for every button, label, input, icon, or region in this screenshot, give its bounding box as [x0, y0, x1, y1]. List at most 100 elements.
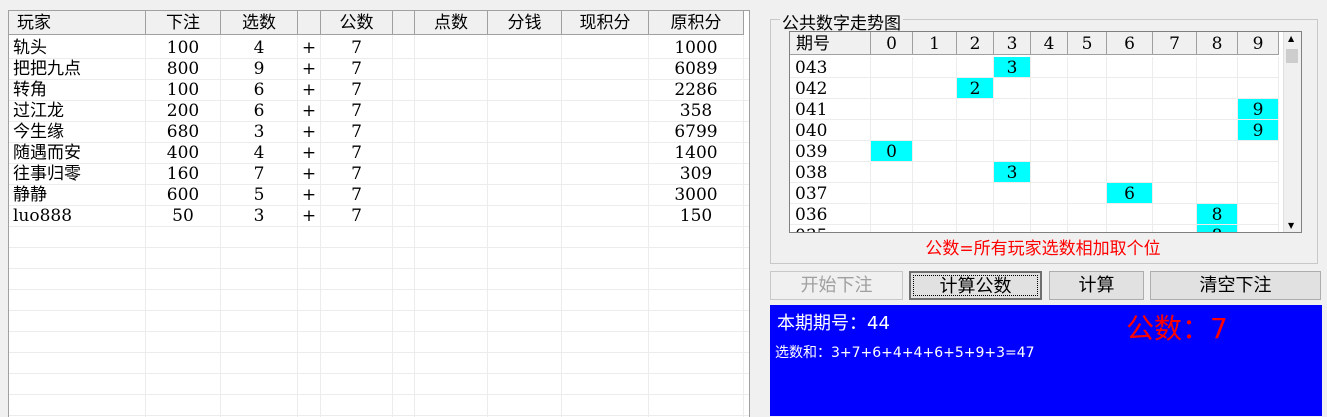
scroll-down-icon[interactable]: ▼	[1288, 221, 1294, 230]
trend-column-header[interactable]: 5	[1068, 32, 1107, 55]
clear-bets-button[interactable]: 清空下注	[1150, 271, 1321, 300]
column-header[interactable]: 下注	[146, 11, 221, 35]
table-row[interactable]	[9, 226, 749, 248]
table-cell: 309	[649, 163, 744, 184]
table-cell: +	[298, 205, 321, 226]
trend-cell	[1068, 183, 1107, 204]
table-cell	[562, 37, 649, 58]
table-cell: 160	[146, 163, 221, 184]
trend-column-header[interactable]: 期号	[790, 32, 871, 55]
trend-column-header[interactable]: 4	[1031, 32, 1068, 55]
table-row[interactable]: 往事归零 160 7 +7 309	[9, 163, 749, 185]
trend-grid[interactable]: 期号 0 1 2 3 4 5 6 7 8 9 043 3 042 2 041 9 040 9 039 0 038 3 037 6…	[789, 31, 1302, 233]
table-cell: 7	[321, 142, 393, 163]
trend-cell	[1238, 225, 1279, 232]
column-header[interactable]: 原积分	[649, 11, 744, 35]
table-row[interactable]	[9, 331, 749, 353]
table-cell: 1000	[649, 37, 744, 58]
table-row[interactable]: 过江龙 200 6 +7 358	[9, 100, 749, 122]
table-row[interactable]: 随遇而安 400 4 +7 1400	[9, 142, 749, 164]
trend-period: 040	[790, 120, 871, 141]
table-cell: 5	[221, 184, 298, 205]
column-header[interactable]: 玩家	[9, 11, 146, 35]
column-header[interactable]: 分钱	[488, 11, 562, 35]
trend-cell	[1068, 162, 1107, 183]
table-row[interactable]: 转角 100 6 +7 2286	[9, 79, 749, 101]
trend-cell	[1238, 183, 1279, 204]
table-cell	[562, 205, 649, 226]
table-cell: 7	[221, 163, 298, 184]
table-cell	[393, 163, 415, 184]
trend-period: 042	[790, 78, 871, 99]
trend-cell	[957, 120, 994, 141]
trend-cell	[1197, 99, 1238, 120]
trend-column-header[interactable]: 1	[913, 32, 957, 55]
table-cell: 6799	[649, 121, 744, 142]
table-cell: 转角	[9, 79, 146, 100]
scroll-thumb[interactable]	[1286, 49, 1298, 63]
table-cell: 今生缘	[9, 121, 146, 142]
trend-column-header[interactable]: 7	[1153, 32, 1197, 55]
table-cell: 轨头	[9, 37, 146, 58]
trend-cell	[957, 162, 994, 183]
trend-cell	[994, 78, 1031, 99]
table-cell	[415, 121, 488, 142]
trend-column-header[interactable]: 0	[871, 32, 913, 55]
trend-column-header[interactable]: 3	[994, 32, 1031, 55]
calc-button[interactable]: 计算	[1049, 271, 1144, 300]
table-row[interactable]: luo888 50 3 +7 150	[9, 205, 749, 227]
table-cell: +	[298, 163, 321, 184]
table-row[interactable]	[9, 310, 749, 332]
trend-cell	[1153, 57, 1197, 78]
table-row[interactable]	[9, 394, 749, 416]
column-header[interactable]: 点数	[415, 11, 488, 35]
trend-cell	[1153, 78, 1197, 99]
table-cell: +	[298, 142, 321, 163]
table-cell	[393, 142, 415, 163]
trend-cell	[1153, 162, 1197, 183]
table-row[interactable]	[9, 352, 749, 374]
trend-cell	[1031, 141, 1068, 162]
trend-cell	[1107, 99, 1153, 120]
trend-hit-cell: 8	[1197, 204, 1238, 225]
table-cell	[488, 163, 562, 184]
trend-cell	[994, 183, 1031, 204]
table-row[interactable]: 静静 600 5 +7 3000	[9, 184, 749, 206]
trend-scrollbar[interactable]: ▲ ▼	[1283, 32, 1301, 232]
trend-column-header[interactable]: 2	[957, 32, 994, 55]
scroll-up-icon[interactable]: ▲	[1288, 34, 1294, 43]
trend-column-header[interactable]: 9	[1238, 32, 1279, 55]
trend-cell	[957, 225, 994, 232]
players-table[interactable]: 玩家 下注 选数 公数 点数 分钱 现积分 原积分 轨头 100 4 +7 1000 把把九点 800 9 +7…	[8, 10, 750, 417]
table-row[interactable]	[9, 373, 749, 395]
trend-period: 038	[790, 162, 871, 183]
start-bet-button[interactable]: 开始下注	[770, 271, 903, 300]
column-header[interactable]: 公数	[321, 11, 393, 35]
column-header[interactable]: 选数	[221, 11, 298, 35]
trend-cell	[1197, 57, 1238, 78]
table-cell: 50	[146, 205, 221, 226]
column-header[interactable]: 现积分	[562, 11, 649, 35]
period-label: 本期期号：44	[777, 313, 890, 334]
trend-cell	[1068, 120, 1107, 141]
table-cell: 7	[321, 184, 393, 205]
trend-column-header[interactable]: 6	[1107, 32, 1153, 55]
trend-column-header[interactable]: 8	[1197, 32, 1238, 55]
table-row[interactable]: 把把九点 800 9 +7 6089	[9, 58, 749, 80]
table-row[interactable]: 轨头 100 4 +7 1000	[9, 37, 749, 59]
table-cell	[562, 184, 649, 205]
trend-cell	[994, 120, 1031, 141]
table-cell	[562, 79, 649, 100]
table-row[interactable]: 今生缘 680 3 +7 6799	[9, 121, 749, 143]
table-row[interactable]	[9, 289, 749, 311]
column-header[interactable]	[393, 11, 415, 35]
trend-period: 041	[790, 99, 871, 120]
table-row[interactable]	[9, 247, 749, 269]
table-cell: 800	[146, 58, 221, 79]
trend-period: 036	[790, 204, 871, 225]
trend-cell	[1068, 99, 1107, 120]
table-cell	[562, 121, 649, 142]
column-header[interactable]	[298, 11, 321, 35]
table-row[interactable]	[9, 268, 749, 290]
calc-public-button[interactable]: 计算公数	[909, 271, 1042, 300]
